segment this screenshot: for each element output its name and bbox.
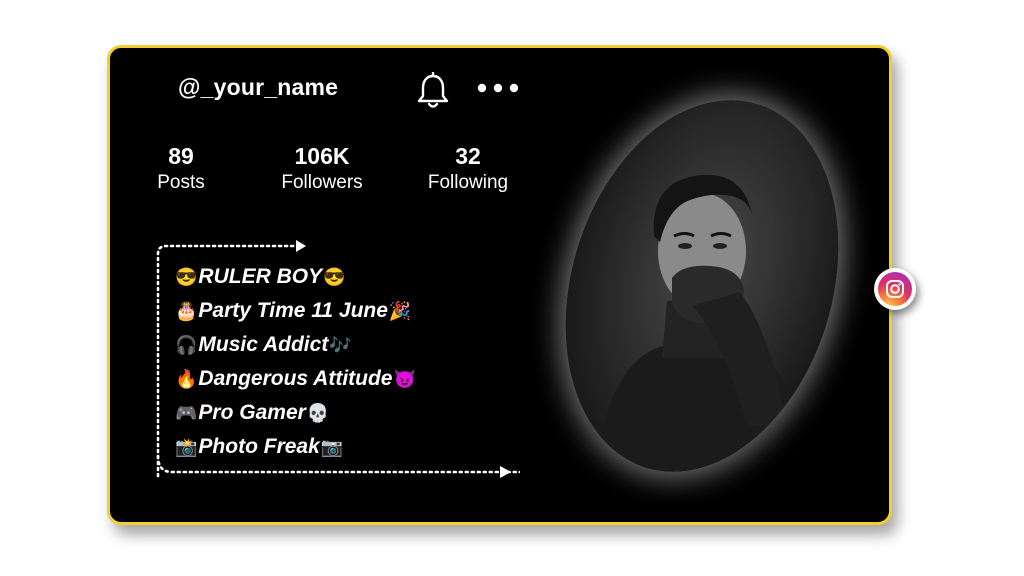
bio-line: 🎮 Pro Gamer 💀 xyxy=(174,396,417,430)
party-popper-emoji-icon: 🎉 xyxy=(388,301,412,321)
bio-text: Pro Gamer xyxy=(198,401,306,424)
bio-text: Dangerous Attitude xyxy=(198,367,393,390)
headphone-emoji-icon: 🎧 xyxy=(175,335,198,355)
posts-label: Posts xyxy=(157,172,205,193)
followers-count: 106K xyxy=(294,143,350,169)
cake-emoji-icon: 🎂 xyxy=(175,301,198,321)
posts-count: 89 xyxy=(168,143,194,169)
following-count: 32 xyxy=(455,143,481,169)
person-silhouette-icon xyxy=(592,174,817,496)
more-dots-icon[interactable] xyxy=(476,82,520,94)
bio-text: Music Addict xyxy=(198,333,329,356)
followers-label: Followers xyxy=(281,172,363,193)
stat-posts[interactable]: 89 Posts xyxy=(146,142,216,196)
camera-flash-emoji-icon: 📸 xyxy=(175,437,198,457)
cool-face-emoji-icon: 😎 xyxy=(175,267,198,287)
music-notes-emoji-icon: 🎶 xyxy=(329,335,352,355)
bio-line: 🎧 Music Addict 🎶 xyxy=(174,328,417,362)
bio-line: 😎 RULER BOY 😎 xyxy=(174,260,417,294)
skull-emoji-icon: 💀 xyxy=(306,403,330,423)
fire-emoji-icon: 🔥 xyxy=(175,369,198,389)
bell-icon[interactable] xyxy=(416,72,450,110)
stat-followers[interactable]: 106K Followers xyxy=(270,142,374,196)
cool-face-emoji-icon: 😎 xyxy=(323,267,346,287)
bio-text: RULER BOY xyxy=(198,265,323,288)
bio-line: 🔥 Dangerous Attitude 😈 xyxy=(174,362,417,396)
profile-username[interactable]: @_your_name xyxy=(178,74,338,101)
bio-line: 📸 Photo Freak 📷 xyxy=(174,430,417,464)
profile-card: @_your_name 89 Posts 106K Followers 32 F… xyxy=(107,45,892,525)
following-label: Following xyxy=(427,172,509,193)
bio-text: Party Time 11 June xyxy=(198,299,388,322)
bio-text: Photo Freak xyxy=(198,435,320,458)
game-controller-emoji-icon: 🎮 xyxy=(175,403,198,423)
instagram-icon xyxy=(878,272,912,306)
bio-list: 😎 RULER BOY 😎 🎂 Party Time 11 June 🎉 🎧 M… xyxy=(174,260,417,464)
instagram-badge[interactable] xyxy=(874,268,916,310)
camera-emoji-icon: 📷 xyxy=(320,437,344,457)
profile-photo[interactable] xyxy=(522,66,882,506)
devil-emoji-icon: 😈 xyxy=(393,369,416,389)
stat-following[interactable]: 32 Following xyxy=(416,142,520,196)
bio-line: 🎂 Party Time 11 June 🎉 xyxy=(174,294,417,328)
